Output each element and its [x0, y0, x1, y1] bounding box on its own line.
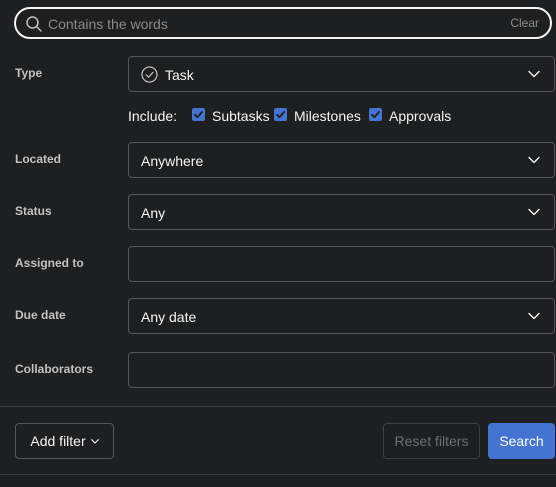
- reset-filters-button[interactable]: Reset filters: [383, 423, 480, 459]
- add-filter-label: Add filter: [30, 433, 86, 449]
- type-select[interactable]: Task: [128, 56, 555, 92]
- approvals-label[interactable]: Approvals: [389, 108, 451, 124]
- approvals-checkbox[interactable]: [369, 108, 382, 121]
- search-input[interactable]: [48, 13, 478, 35]
- search-icon: [26, 16, 42, 32]
- type-label: Type: [15, 66, 43, 80]
- add-filter-button[interactable]: Add filter: [15, 423, 114, 459]
- chevron-down-icon: [528, 312, 540, 320]
- divider: [0, 406, 556, 407]
- subtasks-label[interactable]: Subtasks: [212, 108, 270, 124]
- search-button[interactable]: Search: [488, 423, 555, 459]
- status-select[interactable]: Any: [128, 194, 555, 230]
- due-date-select[interactable]: Any date: [128, 298, 555, 334]
- located-value: Anywhere: [141, 153, 204, 169]
- bottom-divider: [0, 474, 556, 475]
- chevron-down-icon: [528, 208, 540, 216]
- status-value: Any: [141, 205, 166, 221]
- located-select[interactable]: Anywhere: [128, 142, 555, 178]
- assigned-to-input[interactable]: [128, 246, 555, 282]
- located-label: Located: [15, 152, 62, 166]
- due-date-label: Due date: [15, 308, 66, 322]
- chevron-down-icon: [528, 70, 540, 78]
- type-value: Task: [165, 67, 194, 83]
- collaborators-input[interactable]: [128, 352, 555, 388]
- check-circle-icon: [141, 66, 158, 83]
- due-date-value: Any date: [141, 309, 197, 325]
- include-label: Include:: [128, 108, 178, 124]
- chevron-down-icon: [90, 438, 99, 444]
- subtasks-checkbox[interactable]: [192, 108, 205, 121]
- milestones-checkbox[interactable]: [274, 108, 287, 121]
- search-box[interactable]: Clear: [14, 7, 552, 39]
- clear-button[interactable]: Clear: [510, 16, 539, 30]
- assigned-to-label: Assigned to: [15, 256, 84, 270]
- status-label: Status: [15, 204, 52, 218]
- collaborators-label: Collaborators: [15, 362, 94, 376]
- chevron-down-icon: [528, 156, 540, 164]
- milestones-label[interactable]: Milestones: [294, 108, 361, 124]
